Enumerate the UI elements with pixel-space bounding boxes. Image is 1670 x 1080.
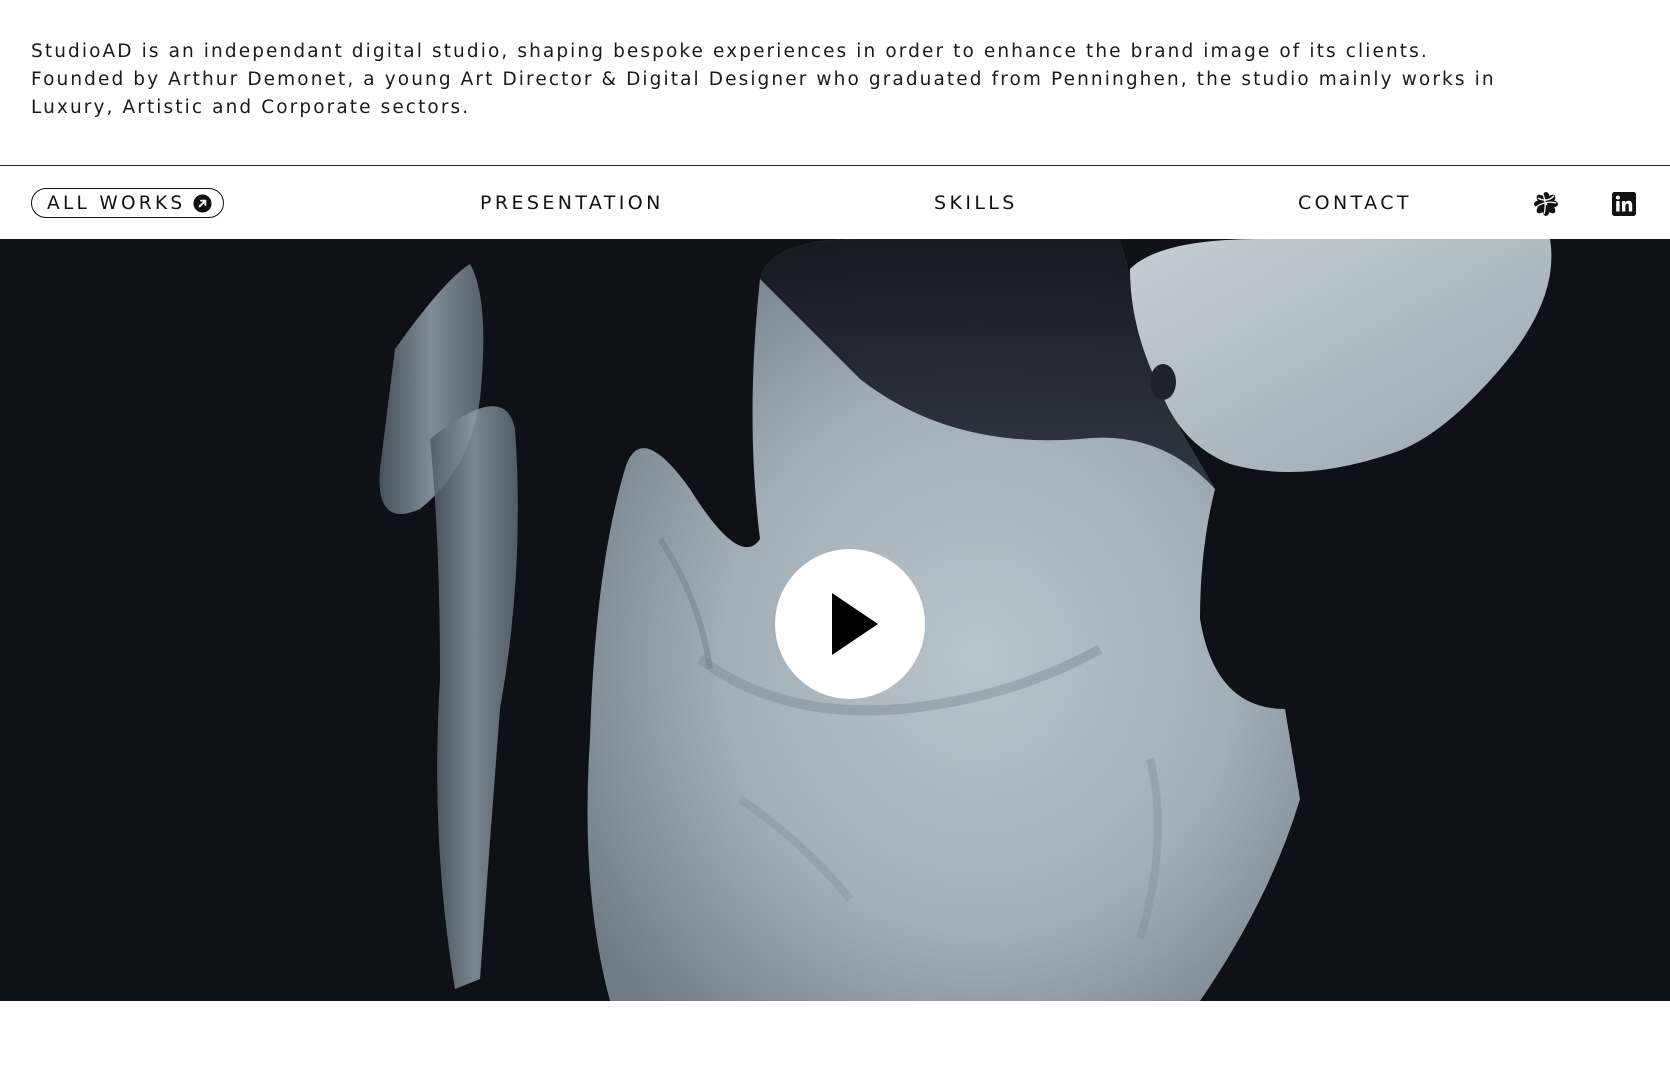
arrow-up-right-icon	[193, 193, 212, 213]
all-works-label: ALL WORKS	[47, 192, 186, 214]
linkedin-icon[interactable]	[1611, 191, 1637, 217]
play-button[interactable]	[775, 549, 925, 699]
nav-contact-link[interactable]: CONTACT	[1298, 166, 1412, 240]
main-nav: ALL WORKS PRESENTATION SKILLS CONTACT	[0, 165, 1670, 239]
all-works-button[interactable]: ALL WORKS	[31, 188, 225, 218]
nav-skills-link[interactable]: SKILLS	[934, 166, 1018, 240]
studio-intro-text: StudioAD is an independant digital studi…	[31, 41, 1496, 118]
nav-presentation-link[interactable]: PRESENTATION	[480, 166, 664, 240]
play-icon	[832, 593, 878, 655]
dribbble-icon[interactable]	[1533, 191, 1559, 217]
hero-video[interactable]	[0, 239, 1670, 1001]
